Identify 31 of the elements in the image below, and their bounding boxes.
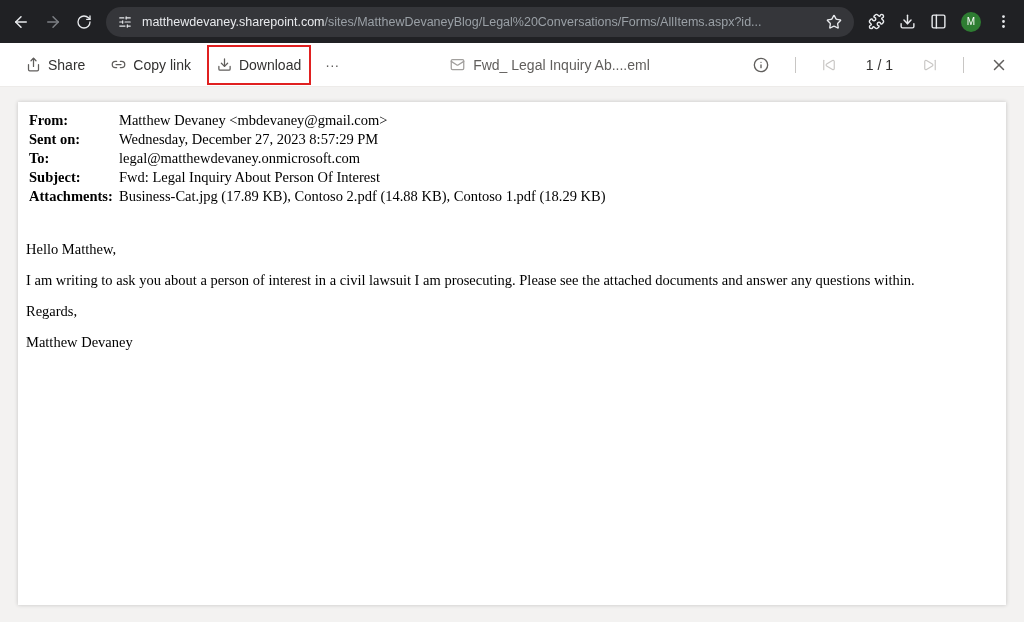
more-button[interactable]: ··· [317,52,348,77]
page-counter: 1 / 1 [864,55,894,75]
header-value: Fwd: Legal Inquiry About Person Of Interest [119,169,381,186]
download-icon[interactable] [899,13,916,30]
header-value: legal@matthewdevaney.onmicrosoft.com [119,150,362,167]
share-icon [26,57,41,72]
body-paragraph: Hello Matthew, [26,241,118,258]
url-text: matthewdevaney.sharepoint.com/sites/MatthewDevaneyBlog/Legal%20Conversations/Forms/AllItems.aspx?id... [142,14,763,29]
header-label: Sent on: [29,131,82,148]
mail-icon [450,57,466,72]
bookmark-star-icon[interactable] [826,13,842,30]
body-paragraph: Regards, [26,303,79,320]
site-settings-icon[interactable] [118,14,132,29]
side-panel-icon[interactable] [930,13,947,30]
info-icon[interactable] [752,56,769,73]
address-bar[interactable]: matthewdevaney.sharepoint.com/sites/MatthewDevaneyBlog/Legal%20Conversations/Forms/AllItems.aspx?id... [106,6,854,37]
header-label: To: [29,150,51,167]
header-label: Subject: [29,169,82,186]
body-paragraph: I am writing to ask you about a person of interest in a civil lawsuit I am prosecuting. Please see the attached documents and answer any questions within. [26,272,916,289]
header-value: Wednesday, December 27, 2023 8:57:29 PM [119,131,380,148]
download-button[interactable]: Download [206,44,312,85]
header-label: Attachments: [29,188,114,205]
header-value: Matthew Devaney <mbdevaney@gmail.com> [119,112,389,129]
file-name: Fwd_ Legal Inquiry Ab....eml [473,56,650,73]
header-label: From: [29,112,70,129]
download-icon [216,57,232,72]
body-paragraph: Matthew Devaney [26,334,134,351]
profile-avatar[interactable]: M [961,11,981,32]
extensions-icon[interactable] [868,13,885,30]
header-value: Business-Cat.jpg (17.89 KB), Contoso 2.pdf (14.88 KB), Contoso 1.pdf (18.29 KB) [119,188,607,205]
reload-icon[interactable] [76,13,92,30]
